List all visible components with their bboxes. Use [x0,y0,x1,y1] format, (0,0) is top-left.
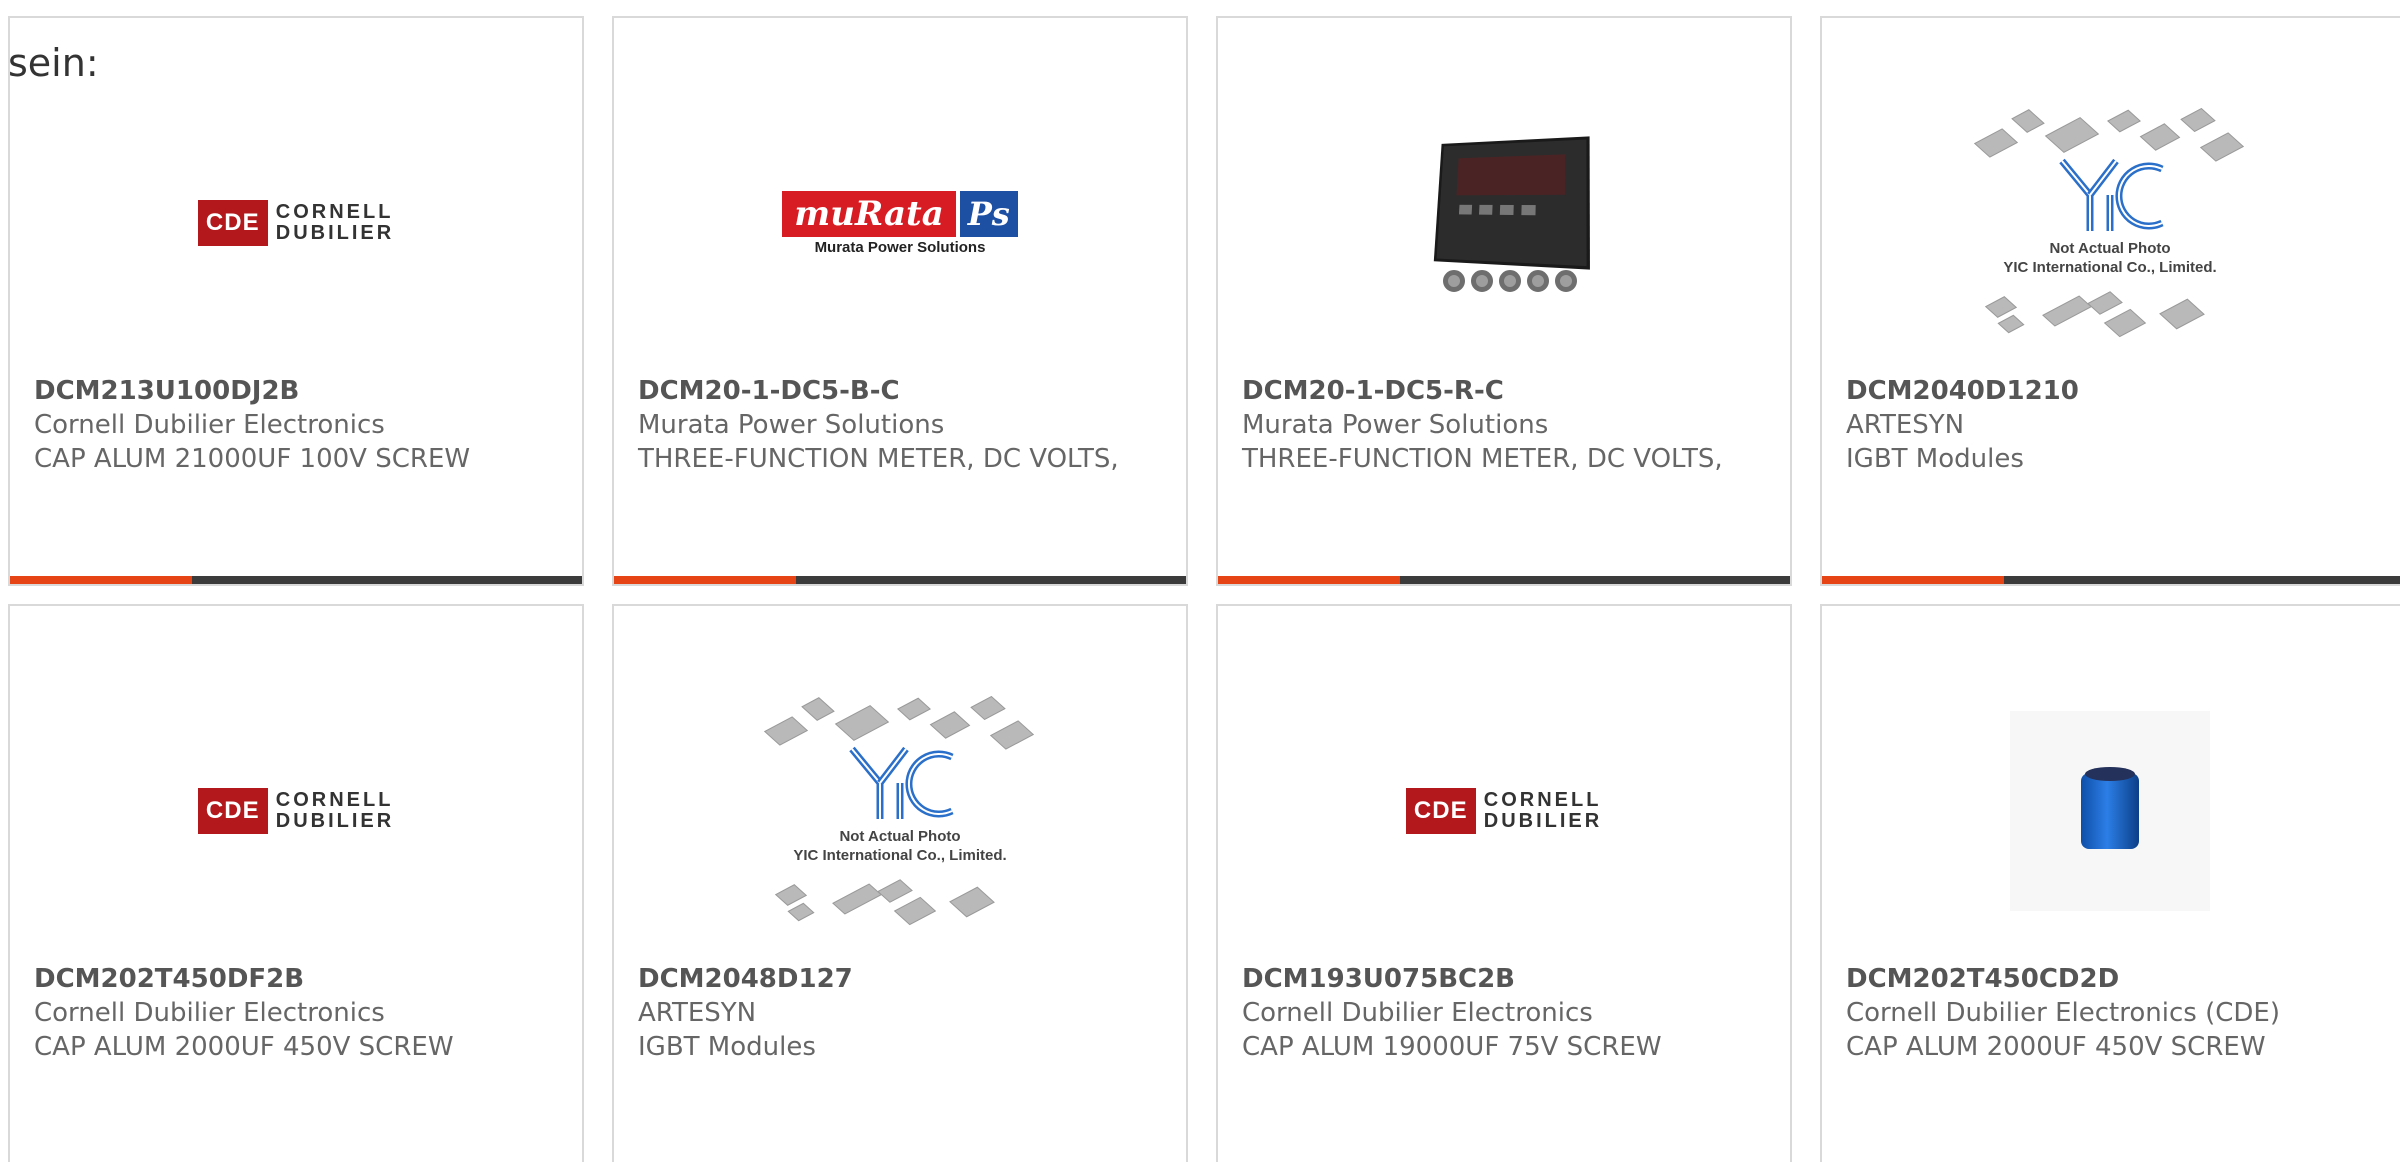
cornell-dubilier-logo: CDE CORNELL DUBILIER [1405,788,1602,834]
product-image[interactable]: CDE CORNELL DUBILIER [1218,676,1790,946]
yic-logo-icon [849,746,954,819]
product-image[interactable]: CDE CORNELL DUBILIER [10,676,582,946]
product-card[interactable]: CDE CORNELL DUBILIER DCM213U100DJ2B Corn… [8,16,584,586]
product-description: IGBT Modules [638,1032,816,1062]
product-description: CAP ALUM 21000UF 100V SCREW [34,444,471,474]
product-card[interactable]: CDE CORNELL DUBILIER DCM193U075BC2B Corn… [1216,604,1792,1162]
product-description: CAP ALUM 19000UF 75V SCREW [1242,1032,1662,1062]
product-image[interactable]: Not Actual Photo YIC International Co., … [614,676,1186,946]
cornell-dubilier-logo: CDE CORNELL DUBILIER [197,788,394,834]
manufacturer-name: Murata Power Solutions [638,410,945,440]
murata-logo: muRata Ps Murata Power Solutions [782,190,1018,256]
product-image[interactable]: CDE CORNELL DUBILIER [10,88,582,358]
product-card[interactable]: DCM20-1-DC5-R-C Murata Power Solutions T… [1216,16,1792,586]
manufacturer-name: ARTESYN [1846,410,1965,440]
product-card[interactable]: muRata Ps Murata Power Solutions DCM20-1… [612,16,1188,586]
product-description: THREE-FUNCTION METER, DC VOLTS, [638,444,1119,474]
product-image[interactable] [1218,88,1790,358]
cornell-dubilier-logo: CDE CORNELL DUBILIER [197,200,394,246]
manufacturer-name: ARTESYN [638,998,757,1028]
card-accent-bar [1218,576,1790,584]
yic-placeholder-image: Not Actual Photo YIC International Co., … [1970,103,2250,343]
product-grid-page: sein: CDE CORNELL DUBILIER DCM213U100DJ2… [0,0,2400,1162]
product-card[interactable]: CDE CORNELL DUBILIER DCM202T450DF2B Corn… [8,604,584,1162]
product-card[interactable]: Not Actual Photo YIC International Co., … [612,604,1188,1162]
product-card[interactable]: Not Actual Photo YIC International Co., … [1820,16,2400,586]
manufacturer-name: Cornell Dubilier Electronics [34,998,385,1028]
product-description: CAP ALUM 2000UF 450V SCREW [34,1032,454,1062]
intro-text: sein: [8,41,99,85]
card-accent-bar [10,576,582,584]
manufacturer-name: Cornell Dubilier Electronics [34,410,385,440]
product-image[interactable] [1822,676,2398,946]
manufacturer-name: Cornell Dubilier Electronics (CDE) [1846,998,2280,1028]
part-number-link[interactable]: DCM193U075BC2B [1242,962,1515,996]
part-number-link[interactable]: DCM202T450CD2D [1846,962,2119,996]
yic-logo-icon [2059,158,2164,231]
power-meter-photo [1409,128,1599,318]
yic-placeholder-image: Not Actual Photo YIC International Co., … [760,691,1040,931]
product-description: THREE-FUNCTION METER, DC VOLTS, [1242,444,1723,474]
product-description: CAP ALUM 2000UF 450V SCREW [1846,1032,2266,1062]
part-number-link[interactable]: DCM2048D127 [638,962,853,996]
part-number-link[interactable]: DCM202T450DF2B [34,962,304,996]
manufacturer-name: Cornell Dubilier Electronics [1242,998,1593,1028]
part-number-link[interactable]: DCM2040D1210 [1846,374,2079,408]
part-number-link[interactable]: DCM20-1-DC5-B-C [638,374,900,408]
card-accent-bar [1822,576,2400,584]
product-image[interactable]: muRata Ps Murata Power Solutions [614,88,1186,358]
product-description: IGBT Modules [1846,444,2024,474]
card-accent-bar [614,576,1186,584]
capacitor-photo [2010,711,2210,911]
manufacturer-name: Murata Power Solutions [1242,410,1549,440]
part-number-link[interactable]: DCM213U100DJ2B [34,374,299,408]
product-card[interactable]: DCM202T450CD2D Cornell Dubilier Electron… [1820,604,2400,1162]
product-image[interactable]: Not Actual Photo YIC International Co., … [1822,88,2398,358]
part-number-link[interactable]: DCM20-1-DC5-R-C [1242,374,1504,408]
